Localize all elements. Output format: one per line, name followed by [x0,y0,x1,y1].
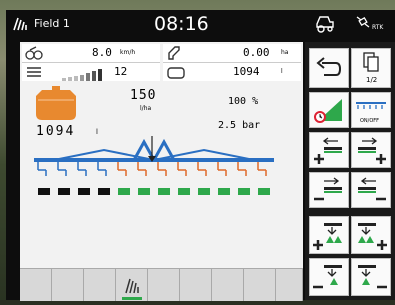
softkey-7[interactable] [212,269,244,301]
left-section-plus-icon [314,137,342,164]
side-button-panel: 1/2 ON/OFF [305,42,395,300]
area-unit: ha [281,49,289,56]
boom-raise-right-button[interactable] [349,214,393,256]
field-name[interactable]: Field 1 [34,17,70,30]
boom-raise-left-icon [313,223,342,250]
status-bar: Field 1 08:16 RTK [6,10,395,40]
section-block[interactable] [118,188,130,195]
softkey-3[interactable] [84,269,116,301]
section-block[interactable] [238,188,250,195]
rate-unit: l/ha [140,105,152,112]
softkey-8[interactable] [244,269,276,301]
field-icon[interactable] [12,16,28,32]
pages-icon [363,52,379,72]
nozzle [117,162,127,176]
speedometer-icon [25,45,43,61]
right-section-plus-icon [358,137,386,164]
tank-readout: 1094 l [163,63,301,81]
left-section-minus-icon [314,177,342,201]
softkey-5[interactable] [148,269,180,301]
back-arrow-icon [316,57,342,76]
softkey-field-view[interactable] [116,269,148,301]
speed-value: 8.0 [92,46,112,59]
section-block[interactable] [98,188,110,195]
nozzle [197,162,207,176]
main-screen: 8.0 km/h 0.00 ha 12 1094 l 150 l/ha 100 … [20,42,303,301]
area-icon [166,45,182,61]
section-left-on-button[interactable] [309,132,349,168]
boom-lower-left-button[interactable] [307,256,351,298]
nozzle [177,162,187,176]
nozzle [217,162,227,176]
rate-control-button[interactable] [309,92,349,128]
section-block[interactable] [258,188,270,195]
section-block[interactable] [198,188,210,195]
rate-percent: 100 % [228,96,259,107]
page-indicator: 1/2 [366,76,378,84]
boom-height-icon [25,64,43,80]
fill-level-readout: 12 [22,63,160,81]
speed-readout: 8.0 km/h [22,44,160,63]
boom-lower-right-button[interactable] [349,256,393,298]
nozzle [157,162,167,176]
section-left-off-button[interactable] [309,172,349,208]
nozzle [137,162,147,176]
section-block[interactable] [78,188,90,195]
signal-bars-icon [62,66,106,81]
boom-sections [38,188,270,195]
rate-ramp-icon [314,99,342,123]
field-view-icon [122,278,142,300]
section-block[interactable] [138,188,150,195]
nozzle [257,162,267,176]
nozzle [237,162,247,176]
nozzle [77,162,87,176]
tank-icon [166,65,186,79]
section-block[interactable] [58,188,70,195]
boom-lower-right-icon [358,265,387,289]
section-right-off-button[interactable] [351,172,391,208]
speed-unit: km/h [120,49,136,56]
nozzle [57,162,67,176]
fill-level-value: 12 [114,65,128,78]
section-block[interactable] [218,188,230,195]
area-value: 0.00 [243,46,270,59]
tank-unit: l [281,68,283,75]
boom-raise-right-icon [358,223,387,250]
clock: 08:16 [154,13,209,35]
section-right-on-button[interactable] [351,132,391,168]
boom-raise-left-button[interactable] [307,214,351,256]
boom-graphic [34,136,274,195]
nozzle [97,162,107,176]
softkey-1[interactable] [20,269,52,301]
section-block[interactable] [38,188,50,195]
section-block[interactable] [178,188,190,195]
boom-lower-left-icon [313,265,342,289]
section-block[interactable] [158,188,170,195]
boom-nozzles [37,162,267,176]
rtk-label: RTK [372,24,384,31]
tank-value: 1094 [233,65,260,78]
page-switch-button[interactable]: 1/2 [351,48,391,88]
sections-onoff-button[interactable]: ON/OFF [351,92,391,128]
softkey-2[interactable] [52,269,84,301]
tank-graphic [32,86,80,122]
sections-icon [356,102,386,109]
area-readout: 0.00 ha [163,44,301,63]
on-off-label: ON/OFF [360,118,380,124]
rate-target[interactable]: 150 [130,88,156,103]
softkey-9[interactable] [276,269,303,301]
right-section-minus-icon [358,177,386,201]
softkey-6[interactable] [180,269,212,301]
back-button[interactable] [309,48,349,88]
tractor-icon [314,14,336,34]
nozzle [37,162,47,176]
softkey-bar [20,268,303,301]
